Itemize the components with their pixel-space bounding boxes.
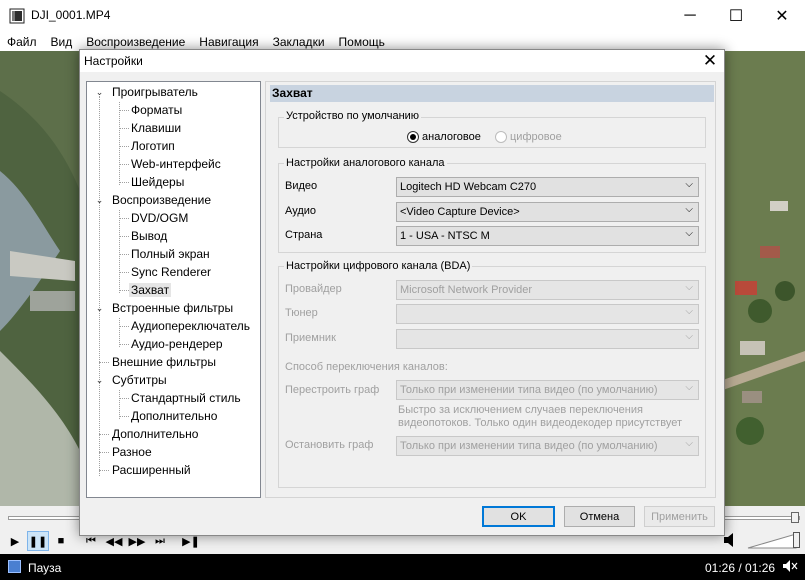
chevron-down-icon: ⌵ — [685, 331, 693, 342]
chevron-down-icon: ⌵ — [685, 228, 693, 239]
tree-item-external-filters[interactable]: Внешние фильтры — [112, 355, 216, 369]
tree-item-dvd[interactable]: DVD/OGM — [131, 211, 188, 225]
stop-graph-value: Только при изменении типа видео (по умол… — [400, 440, 658, 452]
rebuild-graph-value: Только при изменении типа видео (по умол… — [400, 384, 658, 396]
close-button[interactable]: ✕ — [759, 0, 805, 32]
tree-item-subtitles[interactable]: Субтитры — [112, 373, 167, 387]
menu-view[interactable]: Вид — [44, 35, 80, 49]
chevron-down-icon: ⌵ — [685, 204, 693, 215]
tree-item-audio-renderer[interactable]: Аудио-рендерер — [131, 337, 223, 351]
tree-item-misc[interactable]: Разное — [112, 445, 152, 459]
chevron-down-icon: ⌵ — [685, 179, 693, 190]
tree-item-fullscreen[interactable]: Полный экран — [131, 247, 210, 261]
volume-slider[interactable] — [746, 530, 798, 550]
rebuild-hint-line1: Быстро за исключением случаев переключен… — [398, 404, 643, 416]
app-icon — [9, 8, 25, 24]
receiver-select[interactable]: ⌵ — [396, 329, 699, 349]
menu-file[interactable]: Файл — [0, 35, 44, 49]
volume-handle[interactable] — [793, 532, 800, 548]
menu-help[interactable]: Помощь — [332, 35, 392, 49]
provider-select[interactable]: Microsoft Network Provider ⌵ — [396, 280, 699, 300]
maximize-button[interactable]: ☐ — [713, 0, 759, 32]
tree-item-logo[interactable]: Логотип — [131, 139, 175, 153]
tree-item-subtitles-advanced[interactable]: Дополнительно — [131, 409, 217, 423]
stop-button[interactable]: ■ — [50, 531, 72, 551]
dialog-close-button[interactable]: ✕ — [697, 50, 723, 72]
ok-button[interactable]: OK — [482, 506, 555, 527]
tree-item-advanced[interactable]: Расширенный — [112, 463, 191, 477]
digital-radio[interactable] — [495, 131, 507, 143]
menu-play[interactable]: Воспроизведение — [79, 35, 192, 49]
tuner-select[interactable]: ⌵ — [396, 304, 699, 324]
dialog-title: Настройки — [84, 54, 143, 68]
status-bar — [0, 554, 805, 580]
tree-item-shaders[interactable]: Шейдеры — [131, 175, 184, 189]
collapse-player-icon[interactable]: ⌄ — [95, 88, 104, 97]
analog-radio-label[interactable]: аналоговое — [422, 131, 481, 143]
tree-item-internal-filters[interactable]: Встроенные фильтры — [112, 301, 233, 315]
digital-legend: Настройки цифрового канала (BDA) — [284, 260, 473, 272]
menu-navigate[interactable]: Навигация — [192, 35, 265, 49]
channel-switch-label: Способ переключения каналов: — [285, 361, 448, 373]
analog-radio[interactable] — [407, 131, 419, 143]
mute-icon[interactable] — [782, 559, 798, 576]
digital-radio-label[interactable]: цифровое — [510, 131, 562, 143]
tree-item-sync-renderer[interactable]: Sync Renderer — [131, 265, 211, 279]
apply-button[interactable]: Применить — [644, 506, 715, 527]
video-device-select[interactable]: Logitech HD Webcam C270 ⌵ — [396, 177, 699, 197]
status-text: Пауза — [28, 561, 62, 575]
rebuild-graph-label: Перестроить граф — [285, 384, 380, 396]
video-label: Видео — [285, 180, 318, 192]
video-device-value: Logitech HD Webcam C270 — [400, 181, 537, 193]
tree-item-keys[interactable]: Клавиши — [131, 121, 181, 135]
collapse-playback-icon[interactable]: ⌄ — [95, 196, 104, 205]
seek-handle[interactable] — [791, 512, 799, 523]
tree-item-audio-switcher[interactable]: Аудиопереключатель — [131, 319, 250, 333]
tree-item-formats[interactable]: Форматы — [131, 103, 182, 117]
minimize-button[interactable]: ─ — [667, 0, 713, 32]
country-select[interactable]: 1 - USA - NTSC M ⌵ — [396, 226, 699, 246]
play-button[interactable]: ▶ — [4, 531, 26, 551]
tuner-label: Тюнер — [285, 307, 318, 319]
tree-item-web[interactable]: Web-интерфейс — [131, 157, 221, 171]
tree-item-default-style[interactable]: Стандартный стиль — [131, 391, 241, 405]
settings-tree: ⌄ Проигрыватель Форматы Клавиши Логотип … — [86, 81, 261, 498]
country-label: Страна — [285, 229, 323, 241]
provider-label: Провайдер — [285, 283, 342, 295]
tree-item-additional[interactable]: Дополнительно — [112, 427, 198, 441]
chevron-down-icon: ⌵ — [685, 282, 693, 293]
status-icon — [8, 560, 21, 573]
stop-graph-label: Остановить граф — [285, 439, 374, 451]
rebuild-graph-select[interactable]: Только при изменении типа видео (по умол… — [396, 380, 699, 400]
pause-button[interactable]: ❚❚ — [27, 531, 49, 551]
analog-legend: Настройки аналогового канала — [284, 157, 447, 169]
window-title: DJI_0001.MP4 — [31, 8, 111, 22]
panel-title: Захват — [272, 86, 313, 100]
stop-graph-select[interactable]: Только при изменении типа видео (по умол… — [396, 436, 699, 456]
provider-value: Microsoft Network Provider — [400, 284, 533, 296]
receiver-label: Приемник — [285, 332, 336, 344]
panel-header — [270, 85, 714, 102]
tree-item-playback[interactable]: Воспроизведение — [112, 193, 211, 207]
cancel-button[interactable]: Отмена — [564, 506, 635, 527]
audio-device-select[interactable]: <Video Capture Device> ⌵ — [396, 202, 699, 222]
chevron-down-icon: ⌵ — [685, 438, 693, 449]
chevron-down-icon: ⌵ — [685, 306, 693, 317]
tree-item-player[interactable]: Проигрыватель — [112, 85, 198, 99]
time-display: 01:26 / 01:26 — [705, 561, 776, 575]
rebuild-hint-line2: видеопотоков. Только один видеодекодер п… — [398, 417, 682, 429]
chevron-down-icon: ⌵ — [685, 382, 693, 393]
collapse-subtitles-icon[interactable]: ⌄ — [95, 376, 104, 385]
audio-label: Аудио — [285, 205, 317, 217]
tree-item-capture[interactable]: Захват — [129, 283, 172, 297]
collapse-internal-filters-icon[interactable]: ⌄ — [95, 304, 104, 313]
default-device-legend: Устройство по умолчанию — [284, 110, 422, 122]
menu-bookmarks[interactable]: Закладки — [266, 35, 332, 49]
dialog-titlebar — [80, 50, 724, 72]
audio-device-value: <Video Capture Device> — [400, 206, 520, 218]
tree-item-output[interactable]: Вывод — [131, 229, 167, 243]
country-value: 1 - USA - NTSC M — [400, 230, 490, 242]
